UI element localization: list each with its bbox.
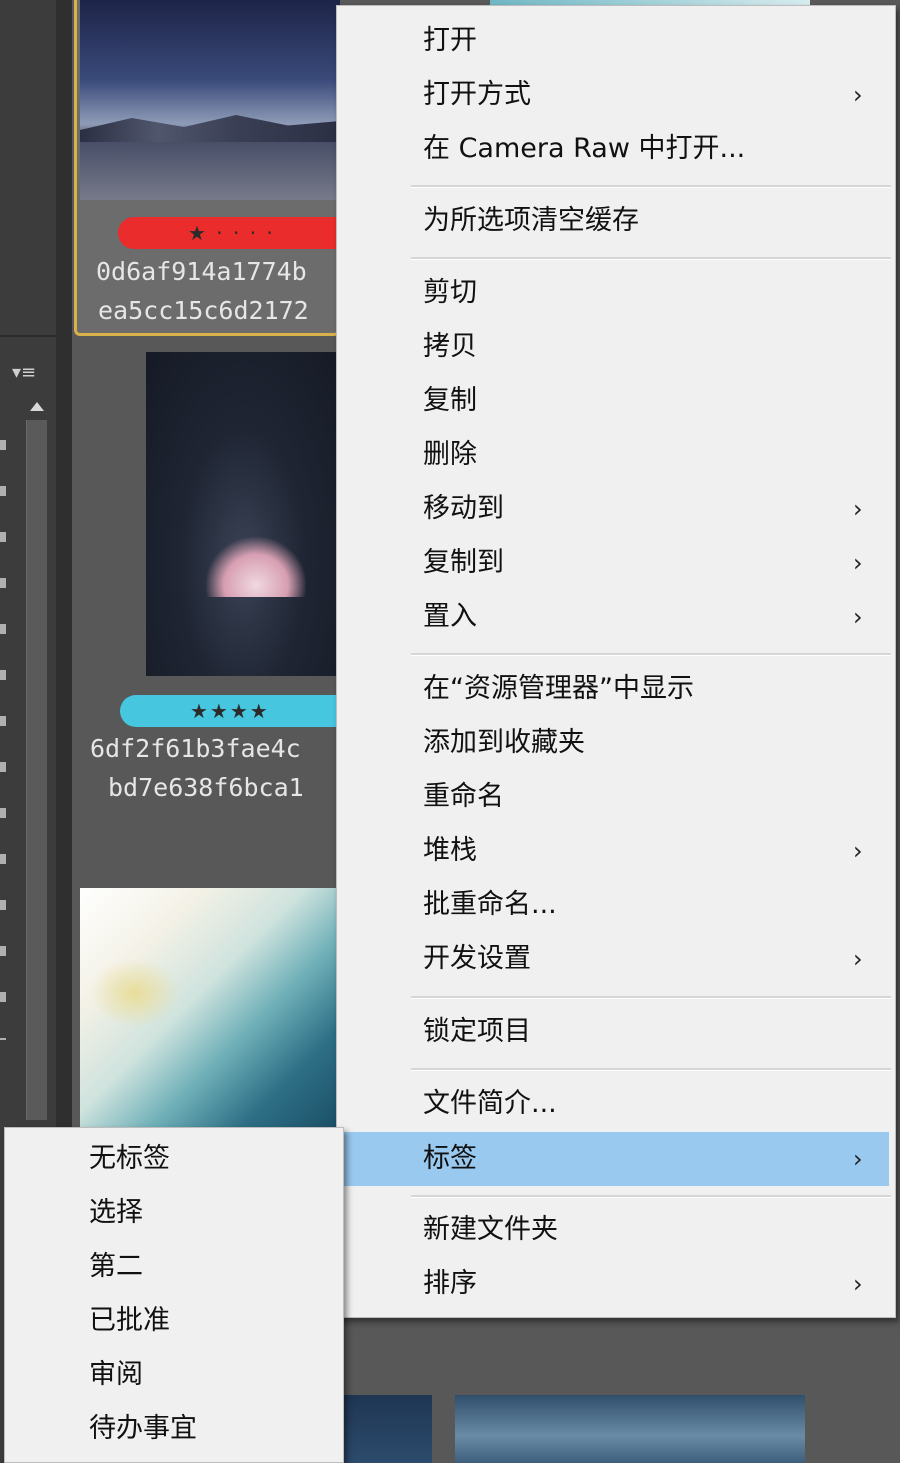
menu-item-label: 排序 xyxy=(423,1268,477,1299)
menu-separator xyxy=(411,185,891,188)
context-menu: 打开 打开方式 › 在 Camera Raw 中打开... 为所选项清空缓存 剪切… xyxy=(336,5,896,1318)
menu-item-move-to[interactable]: 移动到 › xyxy=(337,482,895,536)
chevron-right-icon: › xyxy=(853,549,863,577)
panel-menu-icon[interactable]: ▾≡ xyxy=(4,360,44,386)
menu-item-label: 添加到收藏夹 xyxy=(423,727,585,758)
menu-item-label: 堆栈 xyxy=(423,835,477,866)
menu-separator xyxy=(411,1195,891,1198)
menu-item-cut[interactable]: 剪切 xyxy=(337,266,895,320)
menu-item-copy-to[interactable]: 复制到 › xyxy=(337,536,895,590)
menu-separator xyxy=(411,1068,891,1071)
menu-item-place[interactable]: 置入 › xyxy=(337,590,895,644)
thumbnail-image[interactable] xyxy=(340,1395,432,1463)
menu-item-label: 标签 xyxy=(423,1143,477,1174)
submenu-item-second[interactable]: 第二 xyxy=(5,1240,343,1294)
menu-item-label-highlighted[interactable]: 标签 › xyxy=(343,1132,889,1186)
submenu-item-label: 审阅 xyxy=(89,1359,143,1390)
thumbnail-filename: bd7e638f6bca1 xyxy=(108,773,304,802)
menu-item-reveal-in-explorer[interactable]: 在“资源管理器”中显示 xyxy=(337,662,895,716)
submenu-item-to-do[interactable]: 待办事宜 xyxy=(5,1402,343,1456)
label-submenu: 无标签 选择 第二 已批准 审阅 待办事宜 xyxy=(4,1127,344,1463)
menu-item-label: 在 Camera Raw 中打开... xyxy=(423,133,746,164)
rating-label-red[interactable]: ★ · · · · xyxy=(118,217,358,249)
menu-item-label: 为所选项清空缓存 xyxy=(423,205,639,236)
menu-item-label: 复制到 xyxy=(423,547,504,578)
menu-separator xyxy=(411,996,891,999)
menu-item-label: 打开方式 xyxy=(423,79,531,110)
menu-item-label: 删除 xyxy=(423,439,477,470)
submenu-item-no-label[interactable]: 无标签 xyxy=(5,1132,343,1186)
menu-item-file-info[interactable]: 文件简介... xyxy=(337,1077,895,1131)
menu-item-label: 打开 xyxy=(423,25,477,56)
menu-item-develop-settings[interactable]: 开发设置 › xyxy=(337,932,895,986)
menu-item-sort[interactable]: 排序 › xyxy=(337,1257,895,1311)
menu-item-duplicate[interactable]: 复制 xyxy=(337,374,895,428)
chevron-right-icon: › xyxy=(853,603,863,631)
submenu-item-label: 选择 xyxy=(89,1197,143,1228)
menu-item-label: 锁定项目 xyxy=(423,1016,531,1047)
menu-item-label: 置入 xyxy=(423,601,477,632)
scroll-up-arrow-icon[interactable] xyxy=(30,402,44,411)
menu-item-copy[interactable]: 拷贝 xyxy=(337,320,895,374)
thumbnail-filename: 6df2f61b3fae4c xyxy=(90,734,301,763)
scrollbar[interactable] xyxy=(26,420,47,1120)
thumbnail-filename: 0d6af914a1774b xyxy=(96,257,307,286)
lotus-shape xyxy=(206,537,306,597)
menu-item-label: 移动到 xyxy=(423,493,504,524)
menu-item-label: 在“资源管理器”中显示 xyxy=(423,673,694,704)
menu-item-label: 拷贝 xyxy=(423,331,477,362)
menu-item-delete[interactable]: 删除 xyxy=(337,428,895,482)
menu-separator xyxy=(411,257,891,260)
submenu-item-label: 已批准 xyxy=(89,1305,170,1336)
chevron-right-icon: › xyxy=(853,837,863,865)
menu-item-rename[interactable]: 重命名 xyxy=(337,770,895,824)
rating-label-cyan[interactable]: ★★★★ xyxy=(120,695,360,727)
menu-item-add-to-favorites[interactable]: 添加到收藏夹 xyxy=(337,716,895,770)
menu-item-label: 新建文件夹 xyxy=(423,1214,558,1245)
thumbnail-filename: ea5cc15c6d2172 xyxy=(98,296,309,325)
submenu-item-select[interactable]: 选择 xyxy=(5,1186,343,1240)
thumbnail-image[interactable] xyxy=(80,0,340,200)
menu-item-label: 开发设置 xyxy=(423,943,531,974)
thumbnail-image[interactable] xyxy=(146,352,340,676)
chevron-right-icon: › xyxy=(853,945,863,973)
mountain-shape xyxy=(80,115,340,142)
submenu-item-approved[interactable]: 已批准 xyxy=(5,1294,343,1348)
menu-item-batch-rename[interactable]: 批重命名... xyxy=(337,878,895,932)
submenu-item-label: 第二 xyxy=(89,1251,143,1282)
menu-item-open[interactable]: 打开 xyxy=(337,14,895,68)
menu-item-label: 剪切 xyxy=(423,277,477,308)
chevron-right-icon: › xyxy=(853,1145,863,1173)
menu-item-open-with[interactable]: 打开方式 › xyxy=(337,68,895,122)
thumbnail-image[interactable] xyxy=(80,888,340,1128)
menu-item-label: 批重命名... xyxy=(423,889,557,920)
menu-item-stack[interactable]: 堆栈 › xyxy=(337,824,895,878)
submenu-item-label: 无标签 xyxy=(89,1143,170,1174)
ink-blot-shape xyxy=(90,958,180,1028)
thumbnail-image[interactable] xyxy=(455,1395,805,1463)
menu-item-lock-item[interactable]: 锁定项目 xyxy=(337,1005,895,1059)
submenu-item-review[interactable]: 审阅 xyxy=(5,1348,343,1402)
menu-separator xyxy=(411,653,891,656)
panel-divider xyxy=(0,335,56,337)
menu-item-open-in-camera-raw[interactable]: 在 Camera Raw 中打开... xyxy=(337,122,895,176)
chevron-right-icon: › xyxy=(853,1270,863,1298)
chevron-right-icon: › xyxy=(853,81,863,109)
menu-item-label: 复制 xyxy=(423,385,477,416)
menu-item-new-folder[interactable]: 新建文件夹 xyxy=(337,1203,895,1257)
menu-item-purge-cache[interactable]: 为所选项清空缓存 xyxy=(337,194,895,248)
menu-item-label: 文件简介... xyxy=(423,1088,557,1119)
chevron-right-icon: › xyxy=(853,495,863,523)
submenu-item-label: 待办事宜 xyxy=(89,1413,197,1444)
menu-item-label: 重命名 xyxy=(423,781,504,812)
panel-ticks xyxy=(0,440,6,1040)
